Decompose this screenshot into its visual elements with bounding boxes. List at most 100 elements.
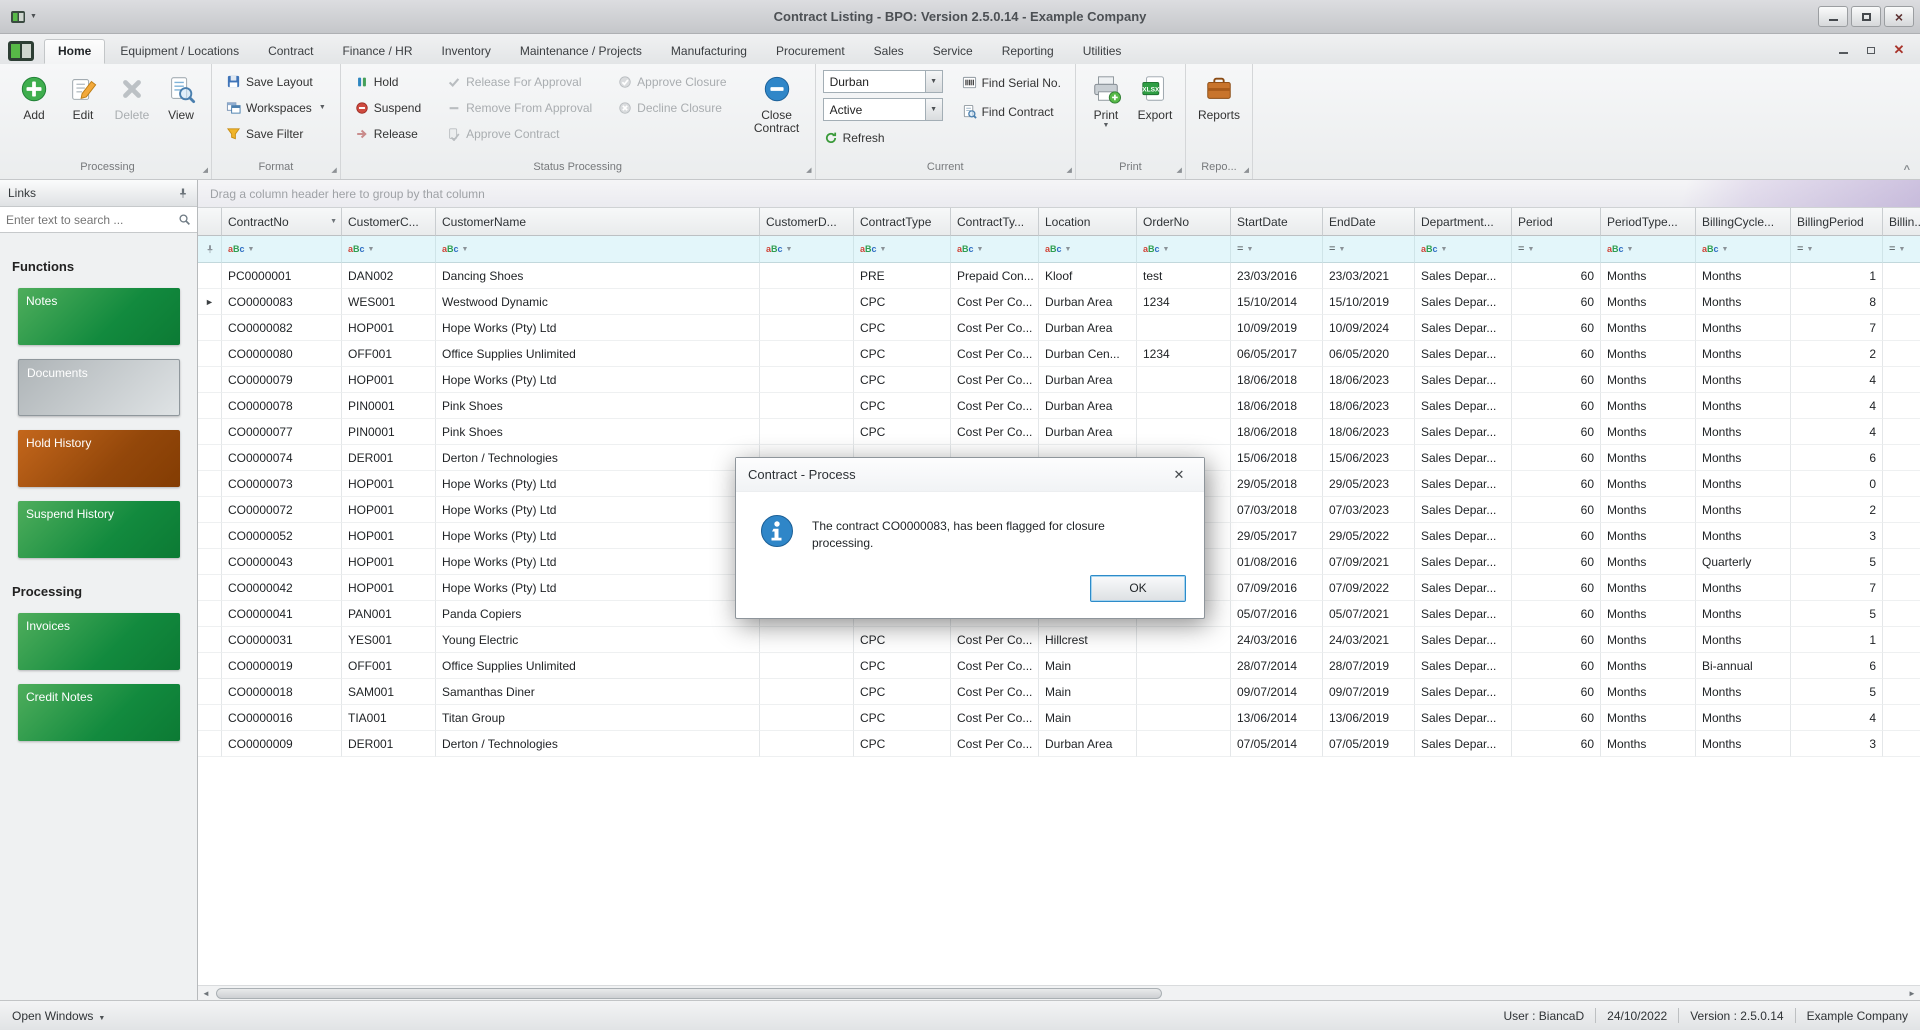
- grid-cell[interactable]: Cost Per Co...: [951, 367, 1039, 393]
- filter-cell-period[interactable]: = ▼: [1512, 236, 1601, 263]
- grid-cell[interactable]: [760, 679, 854, 705]
- grid-cell[interactable]: Months: [1601, 523, 1696, 549]
- grid-cell[interactable]: [1883, 705, 1920, 731]
- grid-cell[interactable]: HOP001: [342, 523, 436, 549]
- grid-cell[interactable]: Months: [1601, 731, 1696, 757]
- grid-cell[interactable]: Months: [1601, 289, 1696, 315]
- grid-cell[interactable]: Sales Depar...: [1415, 341, 1512, 367]
- grid-cell[interactable]: 15/06/2023: [1323, 445, 1415, 471]
- grid-cell[interactable]: 60: [1512, 393, 1601, 419]
- table-row[interactable]: CO0000078 PIN0001 Pink Shoes CPC Cost Per Co…: [198, 393, 1920, 419]
- refresh-button[interactable]: Refresh: [823, 125, 943, 150]
- grid-cell[interactable]: 18/06/2023: [1323, 393, 1415, 419]
- table-row[interactable]: CO0000018 SAM001 Samanthas Diner CPC Cost Pe…: [198, 679, 1920, 705]
- find-contract-button[interactable]: Find Contract: [955, 99, 1068, 124]
- tab-maintenance-projects[interactable]: Maintenance / Projects: [506, 39, 656, 64]
- grid-cell[interactable]: [760, 289, 854, 315]
- column-header-orderno[interactable]: OrderNo: [1137, 208, 1231, 236]
- grid-cell[interactable]: Sales Depar...: [1415, 575, 1512, 601]
- grid-cell[interactable]: Months: [1601, 263, 1696, 289]
- grid-cell[interactable]: Months: [1696, 419, 1791, 445]
- quick-access-icon[interactable]: [10, 10, 26, 24]
- grid-cell[interactable]: Main: [1039, 653, 1137, 679]
- grid-cell[interactable]: DER001: [342, 731, 436, 757]
- suspend-button[interactable]: Suspend: [348, 95, 428, 120]
- table-row[interactable]: ► CO0000083 WES001 Westwood Dynamic CPC Cost …: [198, 289, 1920, 315]
- chevron-down-icon[interactable]: ▼: [924, 71, 942, 92]
- grid-cell[interactable]: Hope Works (Pty) Ltd: [436, 549, 760, 575]
- grid-cell[interactable]: [760, 705, 854, 731]
- filter-cell-orderno[interactable]: a Bc ▼: [1137, 236, 1231, 263]
- approve-closure-button[interactable]: Approve Closure: [611, 69, 733, 94]
- grid-cell[interactable]: Sales Depar...: [1415, 705, 1512, 731]
- grid-cell[interactable]: Samanthas Diner: [436, 679, 760, 705]
- grid-cell[interactable]: Months: [1601, 549, 1696, 575]
- grid-cell[interactable]: Durban Area: [1039, 419, 1137, 445]
- grid-cell[interactable]: WES001: [342, 289, 436, 315]
- grid-cell[interactable]: CO0000041: [222, 601, 342, 627]
- abc-filter-icon[interactable]: aBc: [348, 244, 365, 254]
- column-header-period[interactable]: Period: [1512, 208, 1601, 236]
- grid-cell[interactable]: Hope Works (Pty) Ltd: [436, 315, 760, 341]
- filter-dropdown-icon[interactable]: ▼: [330, 218, 337, 225]
- filter-dropdown-icon[interactable]: ▼: [1441, 246, 1448, 253]
- filter-cell-contractty[interactable]: a Bc ▼: [951, 236, 1039, 263]
- table-row[interactable]: CO0000009 DER001 Derton / Technologies CPC C…: [198, 731, 1920, 757]
- grid-cell[interactable]: [1137, 653, 1231, 679]
- grid-cell[interactable]: [1883, 601, 1920, 627]
- column-header-contractty[interactable]: ContractTy...: [951, 208, 1039, 236]
- sidebar-item-notes[interactable]: Notes: [18, 288, 180, 345]
- column-header-billingperiod[interactable]: BillingPeriod: [1791, 208, 1883, 236]
- grid-cell[interactable]: 0: [1791, 471, 1883, 497]
- abc-filter-icon[interactable]: aBc: [1607, 244, 1624, 254]
- grid-cell[interactable]: 6: [1791, 653, 1883, 679]
- grid-cell[interactable]: HOP001: [342, 315, 436, 341]
- filter-dropdown-icon[interactable]: ▼: [880, 246, 887, 253]
- export-button[interactable]: XLSX Export: [1132, 69, 1178, 153]
- grid-cell[interactable]: 07/05/2014: [1231, 731, 1323, 757]
- grid-cell[interactable]: CO0000072: [222, 497, 342, 523]
- quick-access-dropdown-icon[interactable]: ▼: [30, 13, 37, 20]
- grid-cell[interactable]: Sales Depar...: [1415, 523, 1512, 549]
- filter-dropdown-icon[interactable]: ▼: [1065, 246, 1072, 253]
- grid-cell[interactable]: [1883, 367, 1920, 393]
- maximize-button[interactable]: [1851, 6, 1881, 27]
- grid-cell[interactable]: DAN002: [342, 263, 436, 289]
- grid-cell[interactable]: Cost Per Co...: [951, 731, 1039, 757]
- grid-cell[interactable]: Months: [1696, 367, 1791, 393]
- grid-cell[interactable]: Durban Area: [1039, 393, 1137, 419]
- grid-cell[interactable]: 18/06/2023: [1323, 367, 1415, 393]
- abc-filter-icon[interactable]: aBc: [1143, 244, 1160, 254]
- sidebar-item-credit-notes[interactable]: Credit Notes: [18, 684, 180, 741]
- grid-cell[interactable]: [1883, 445, 1920, 471]
- tab-finance-hr[interactable]: Finance / HR: [328, 39, 426, 64]
- grid-cell[interactable]: [1137, 627, 1231, 653]
- tab-manufacturing[interactable]: Manufacturing: [657, 39, 761, 64]
- grid-cell[interactable]: Months: [1696, 627, 1791, 653]
- grid-cell[interactable]: Hope Works (Pty) Ltd: [436, 523, 760, 549]
- grid-cell[interactable]: CPC: [854, 627, 951, 653]
- grid-cell[interactable]: Main: [1039, 679, 1137, 705]
- grid-cell[interactable]: CPC: [854, 289, 951, 315]
- view-button[interactable]: View: [158, 69, 204, 153]
- grid-cell[interactable]: 28/07/2014: [1231, 653, 1323, 679]
- filter-dropdown-icon[interactable]: ▼: [1722, 246, 1729, 253]
- grid-cell[interactable]: 1: [1791, 263, 1883, 289]
- grid-cell[interactable]: Sales Depar...: [1415, 731, 1512, 757]
- scroll-left-icon[interactable]: ◄: [198, 989, 214, 998]
- group-dialog-launcher-icon[interactable]: ◢: [203, 167, 208, 174]
- grid-cell[interactable]: 1234: [1137, 289, 1231, 315]
- grid-cell[interactable]: 07/09/2016: [1231, 575, 1323, 601]
- grid-cell[interactable]: Months: [1601, 445, 1696, 471]
- equals-filter-icon[interactable]: =: [1797, 243, 1803, 255]
- grid-cell[interactable]: OFF001: [342, 653, 436, 679]
- tab-service[interactable]: Service: [919, 39, 987, 64]
- filter-dropdown-icon[interactable]: ▼: [462, 246, 469, 253]
- grid-cell[interactable]: [1883, 393, 1920, 419]
- grid-cell[interactable]: Months: [1601, 575, 1696, 601]
- grid-cell[interactable]: 1234: [1137, 341, 1231, 367]
- grid-cell[interactable]: Sales Depar...: [1415, 367, 1512, 393]
- grid-cell[interactable]: PIN0001: [342, 419, 436, 445]
- filter-dropdown-icon[interactable]: ▼: [1898, 246, 1905, 253]
- equals-filter-icon[interactable]: =: [1237, 243, 1243, 255]
